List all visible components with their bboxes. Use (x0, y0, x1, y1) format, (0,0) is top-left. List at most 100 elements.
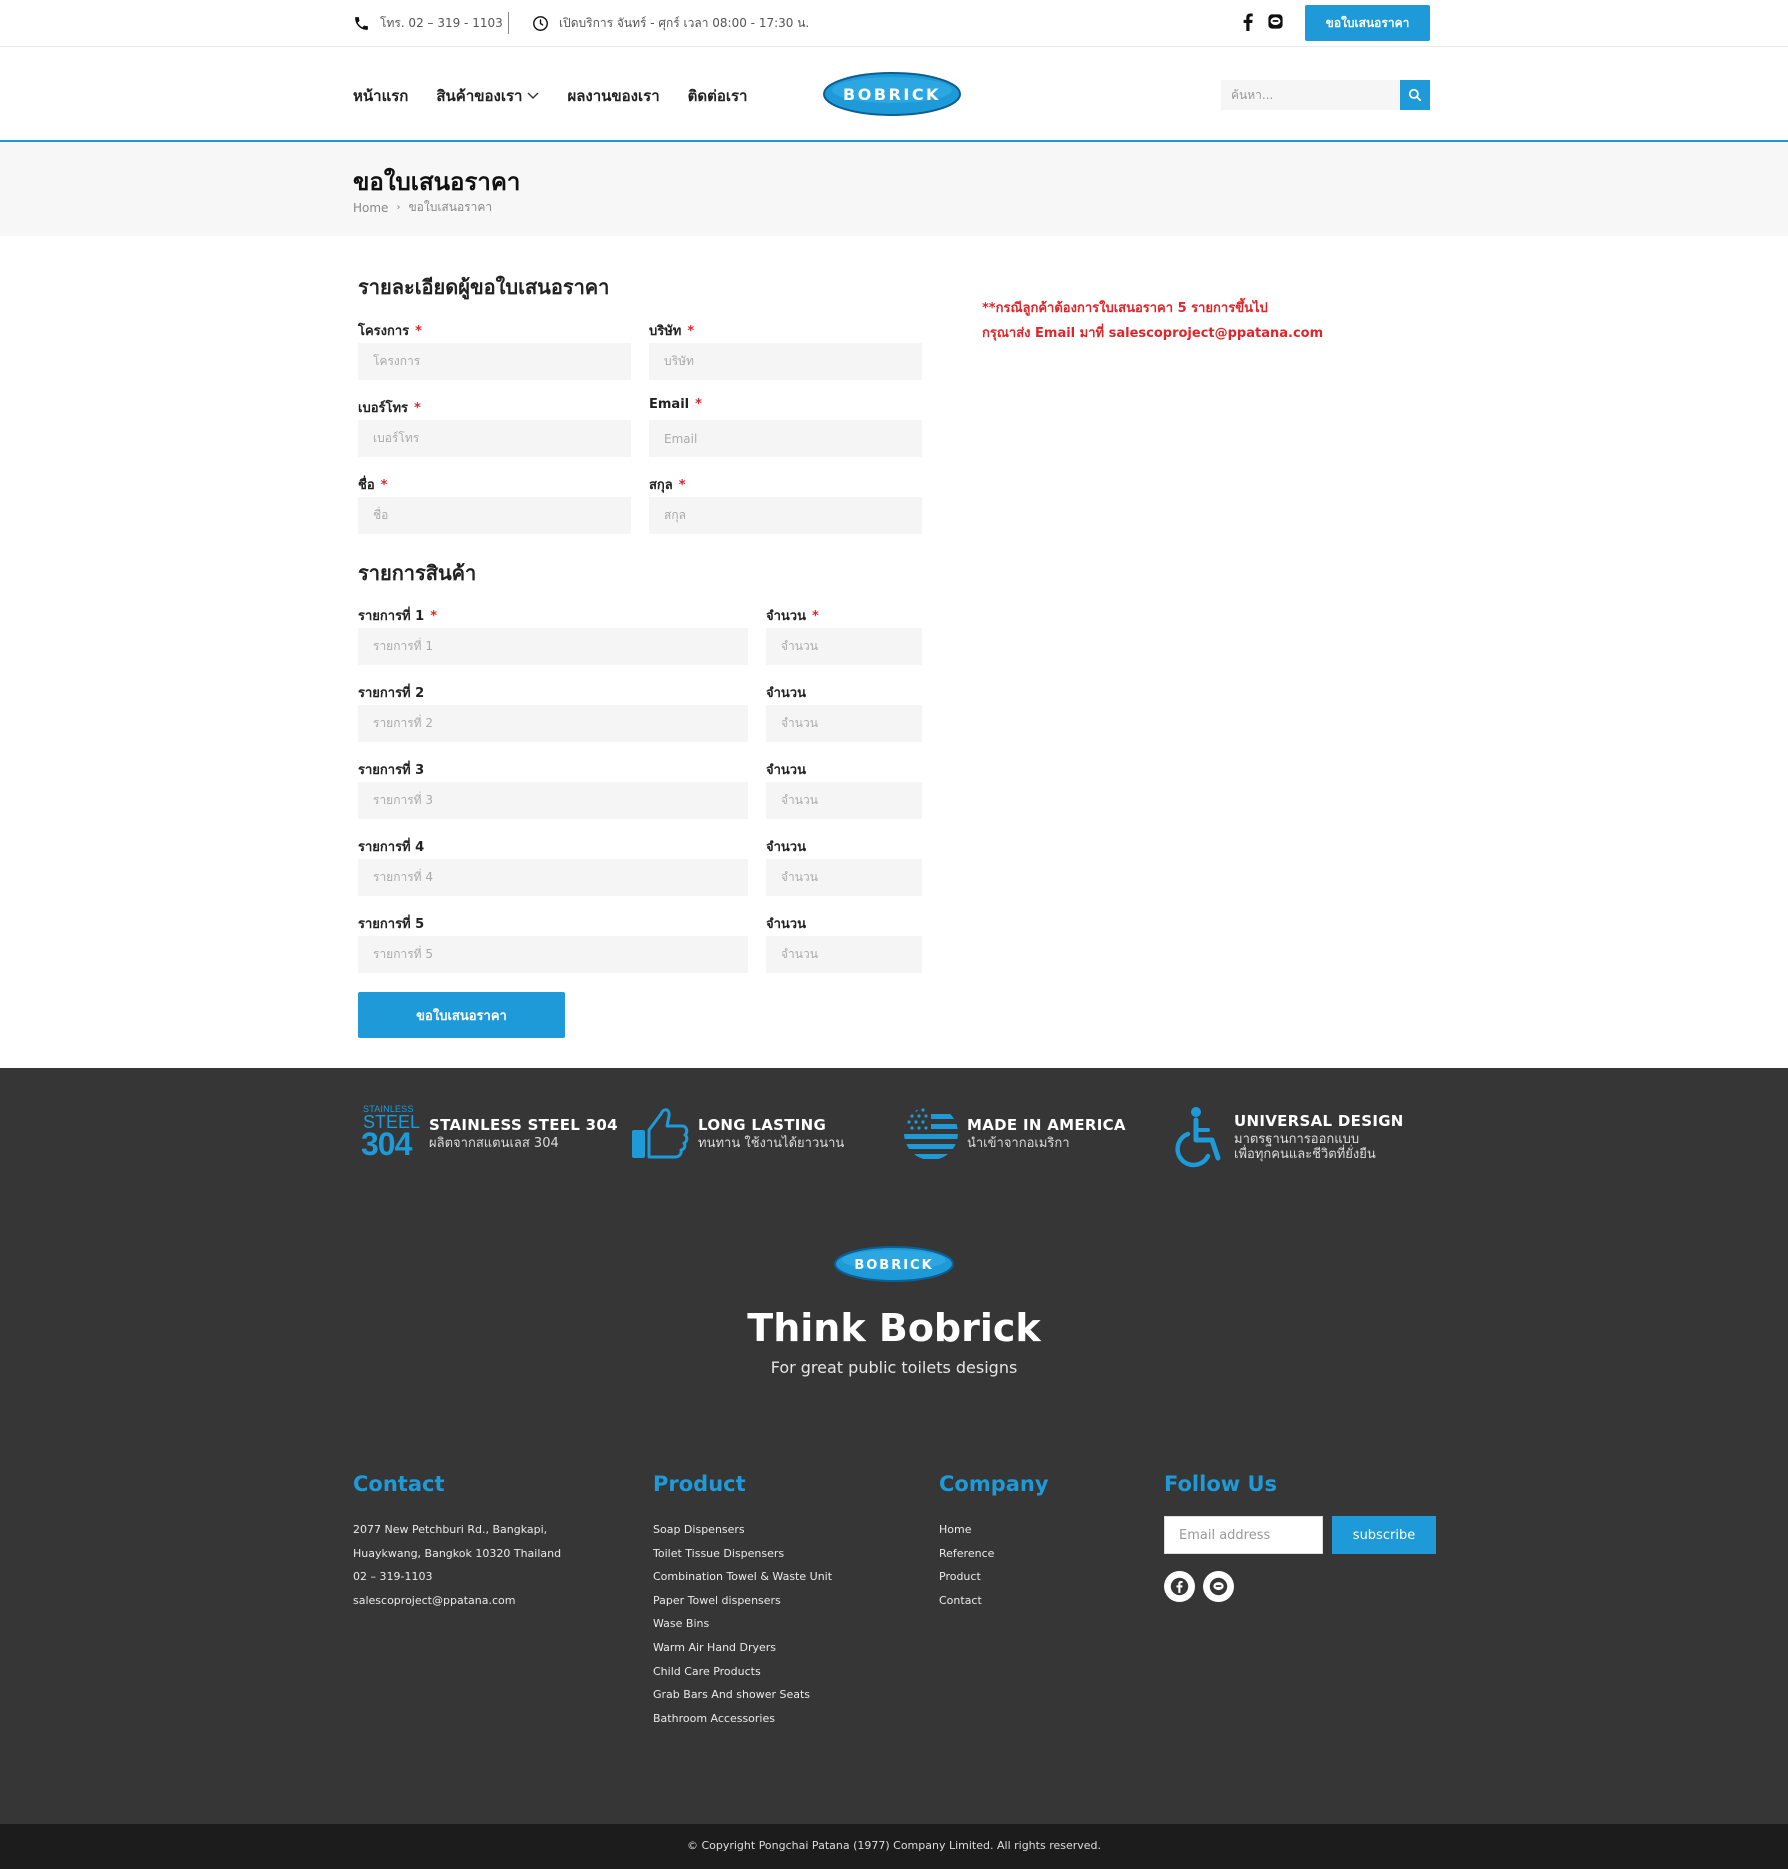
company-link-product[interactable]: Product (939, 1565, 994, 1589)
top-bar: โทร. 02 – 319 - 1103 เปิดบริการ จันทร์ -… (0, 0, 1788, 47)
required-mark: * (414, 401, 421, 416)
nav-item-home[interactable]: หน้าแรก (353, 84, 408, 108)
bobrick-logo[interactable]: BOBRICK (822, 70, 962, 118)
feature-title: UNIVERSAL DESIGN (1234, 1112, 1404, 1130)
footer-heading: Think Bobrick (747, 1306, 1041, 1350)
feature-subtitle: นำเข้าจากอเมริกา (967, 1135, 1070, 1151)
product-link[interactable]: Bathroom Accessories (653, 1707, 832, 1731)
qty-3-label: จำนวน (766, 763, 806, 778)
item-4-input[interactable]: รายการที่ 4 (358, 859, 748, 896)
logo-text: BOBRICK (843, 85, 941, 104)
required-mark: * (380, 478, 388, 493)
item-5-input[interactable]: รายการที่ 5 (358, 936, 748, 973)
qty-4-input[interactable]: จำนวน (766, 859, 922, 896)
main-nav: หน้าแรก สินค้าของเรา ผลงานของเรา ติดต่อเ… (353, 84, 775, 108)
breadcrumb-chevron-icon: › (396, 202, 401, 213)
line-icon[interactable] (1267, 13, 1284, 35)
footer-bobrick-logo[interactable]: BOBRICK (833, 1244, 955, 1284)
item-4-label: รายการที่ 4 (358, 840, 425, 855)
qty-5-input[interactable]: จำนวน (766, 936, 922, 973)
topbar-social (1242, 13, 1284, 35)
qty-4-label: จำนวน (766, 840, 806, 855)
feature-subtitle: มาตรฐานการออกแบบ (1234, 1132, 1360, 1147)
email-input[interactable]: Email (649, 420, 922, 457)
company-links: Home Reference Product Contact (939, 1518, 994, 1612)
feature-title: STAINLESS STEEL 304 (429, 1115, 618, 1134)
nav-item-products-label: สินค้าของเรา (436, 87, 523, 105)
product-link[interactable]: Wase Bins (653, 1612, 832, 1636)
product-link[interactable]: Toilet Tissue Dispensers (653, 1542, 832, 1566)
facebook-icon[interactable] (1242, 13, 1254, 35)
subscribe-button[interactable]: subscribe (1332, 1516, 1436, 1554)
feature-stainless-steel: STAINLESS STEEL 304 STAINLESS STEEL 304 … (361, 1104, 618, 1162)
phone-info: โทร. 02 – 319 - 1103 (353, 14, 503, 33)
company-input[interactable]: บริษัท (649, 343, 922, 380)
feature-subtitle: ผลิตจากสแตนเลส 304 (429, 1135, 559, 1151)
contact-phone[interactable]: 02 – 319-1103 (353, 1565, 561, 1589)
footer-tagline: For great public toilets designs (770, 1358, 1018, 1377)
feature-title: LONG LASTING (698, 1115, 827, 1134)
quote-request-button-top[interactable]: ขอใบเสนอราคา (1305, 5, 1430, 41)
nav-item-products[interactable]: สินค้าของเรา (436, 84, 539, 108)
opening-hours: เปิดบริการ จันทร์ - ศุกร์ เวลา 08:00 - 1… (559, 16, 810, 30)
product-link[interactable]: Combination Towel & Waste Unit (653, 1565, 832, 1589)
feature-title: MADE IN AMERICA (967, 1115, 1126, 1134)
bulk-quote-notice: **กรณีลูกค้าต้องการใบเสนอราคา 5 รายการขึ… (982, 296, 1323, 346)
item-3-input[interactable]: รายการที่ 3 (358, 782, 748, 819)
product-links: Soap Dispensers Toilet Tissue Dispensers… (653, 1518, 832, 1730)
breadcrumb-home[interactable]: Home (353, 201, 388, 215)
product-link[interactable]: Warm Air Hand Dryers (653, 1636, 832, 1660)
contact-email[interactable]: salescoproject@ppatana.com (353, 1589, 561, 1613)
company-link-home[interactable]: Home (939, 1518, 994, 1542)
project-input[interactable]: โครงการ (358, 343, 631, 380)
thumbs-up-icon (632, 1108, 689, 1159)
feature-subtitle: ทนทาน ใช้งานได้ยาวนาน (698, 1135, 845, 1151)
first-name-label: ชื่อ * (358, 478, 388, 493)
item-5-label: รายการที่ 5 (358, 917, 425, 932)
copyright-bar: © Copyright Pongchai Patana (1977) Compa… (0, 1824, 1788, 1869)
qty-3-input[interactable]: จำนวน (766, 782, 922, 819)
nav-item-portfolio[interactable]: ผลงานของเรา (567, 84, 659, 108)
project-label: โครงการ * (358, 324, 422, 339)
address-line-2: Huaykwang, Bangkok 10320 Thailand (353, 1546, 562, 1560)
notice-line-2: กรุณาส่ง Email มาที่ salescoproject@ppat… (982, 326, 1324, 341)
breadcrumb: Home › ขอใบเสนอราคา (353, 198, 492, 217)
product-link[interactable]: Grab Bars And shower Seats (653, 1683, 832, 1707)
required-mark: * (678, 478, 686, 493)
company-label: บริษัท * (649, 324, 695, 339)
last-name-input[interactable]: สกุล (649, 497, 922, 534)
phone-label: เบอร์โทร * (358, 401, 421, 416)
main-header: หน้าแรก สินค้าของเรา ผลงานของเรา ติดต่อเ… (0, 48, 1788, 142)
footer-line-icon[interactable] (1203, 1571, 1234, 1602)
contact-title: Contact (353, 1472, 445, 1496)
page-title-area: ขอใบเสนอราคา Home › ขอใบเสนอราคา (0, 143, 1788, 236)
phone-input[interactable]: เบอร์โทร (358, 420, 631, 457)
follow-title: Follow Us (1164, 1472, 1278, 1496)
qty-1-input[interactable]: จำนวน (766, 628, 922, 665)
item-2-input[interactable]: รายการที่ 2 (358, 705, 748, 742)
us-flag-icon (904, 1106, 958, 1159)
clock-icon (533, 16, 548, 31)
qty-2-input[interactable]: จำนวน (766, 705, 922, 742)
product-link[interactable]: Child Care Products (653, 1660, 832, 1684)
product-link[interactable]: Soap Dispensers (653, 1518, 832, 1542)
item-1-input[interactable]: รายการที่ 1 (358, 628, 748, 665)
search-input[interactable]: ค้นหา... (1221, 80, 1399, 110)
nav-item-contact[interactable]: ติดต่อเรา (688, 84, 748, 108)
last-name-label: สกุล * (649, 478, 686, 493)
first-name-input[interactable]: ชื่อ (358, 497, 631, 534)
submit-quote-button[interactable]: ขอใบเสนอราคา (358, 992, 565, 1038)
company-title: Company (939, 1472, 1049, 1496)
address-line-1: 2077 New Petchburi Rd., Bangkapi, (353, 1523, 548, 1536)
feature-long-lasting: LONG LASTING ทนทาน ใช้งานได้ยาวนาน (630, 1104, 844, 1162)
footer-facebook-icon[interactable] (1164, 1571, 1195, 1602)
items-section-title: รายการสินค้า (358, 561, 477, 585)
required-mark: * (687, 324, 695, 339)
search-button[interactable] (1400, 80, 1430, 110)
company-link-reference[interactable]: Reference (939, 1542, 994, 1566)
phone-number: โทร. 02 – 319 - 1103 (380, 16, 503, 30)
required-mark: * (695, 397, 702, 412)
newsletter-email-input[interactable]: Email address (1164, 1516, 1323, 1554)
product-link[interactable]: Paper Towel dispensers (653, 1589, 832, 1613)
company-link-contact[interactable]: Contact (939, 1589, 994, 1613)
